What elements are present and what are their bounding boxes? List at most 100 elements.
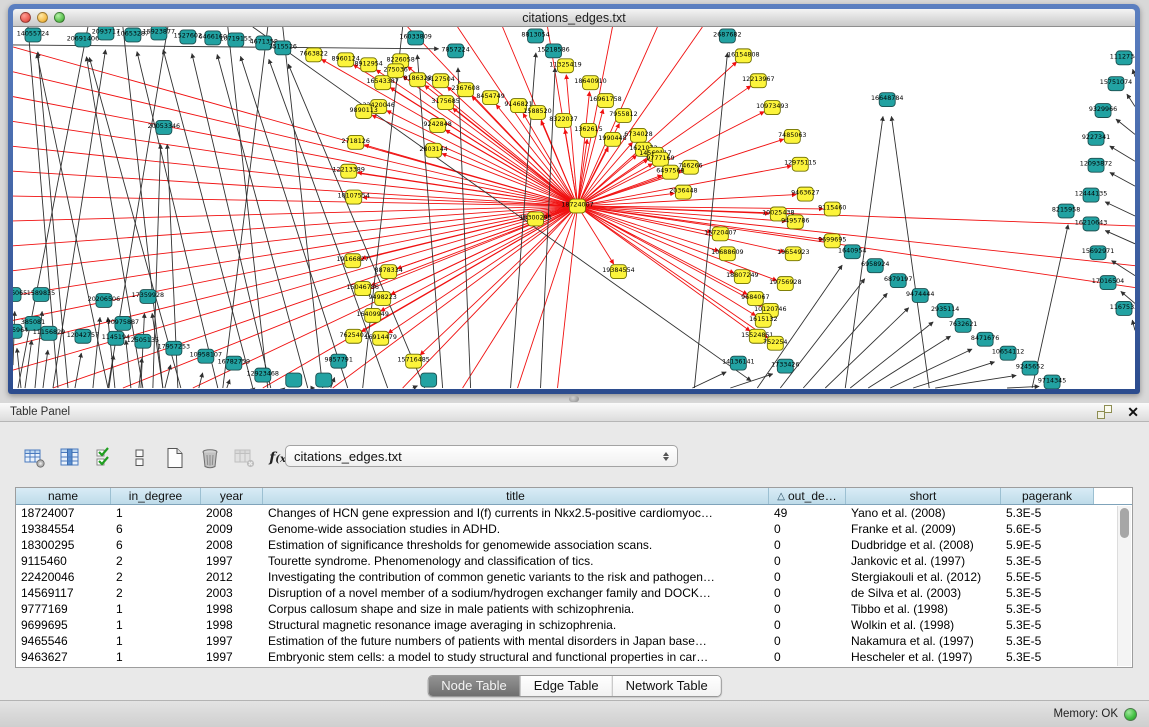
graph-node-label: 1640954 [838, 246, 866, 254]
table-cell: 0 [769, 554, 846, 568]
table-cell: 1 [111, 634, 201, 648]
table-cell: 0 [769, 538, 846, 552]
table-header-row: namein_degreeyeartitle△out_de…shortpager… [16, 488, 1132, 505]
table-row[interactable]: 946554611997Estimation of the future num… [16, 633, 1132, 649]
show-columns-icon[interactable] [57, 445, 83, 471]
graph-node[interactable] [421, 373, 437, 387]
graph-node-label: 9463627 [791, 189, 819, 197]
table-cell: 9777169 [16, 602, 111, 616]
citation-graph[interactable]: 1872400776638228960124891295416543387224… [13, 27, 1135, 389]
table-cell: 5.3E-5 [1001, 506, 1094, 520]
graph-node-label: 8878334 [374, 266, 402, 274]
window-titlebar[interactable]: citations_edges.txt [13, 9, 1135, 27]
delete-entries-icon[interactable] [197, 445, 223, 471]
table-row[interactable]: 1456911722003Disruption of a novel membe… [16, 585, 1132, 601]
graph-node-label: 12444135 [1075, 190, 1107, 198]
column-header-out_de[interactable]: △out_de… [769, 488, 846, 504]
table-cell: 18300295 [16, 538, 111, 552]
graph-node-label: 15716485 [397, 356, 429, 364]
graph-node-label: 1615132 [749, 315, 777, 323]
delete-table-icon[interactable] [232, 445, 258, 471]
graph-node-label: 8471676 [971, 334, 999, 342]
node-table: namein_degreeyeartitle△out_de…shortpager… [15, 487, 1133, 668]
table-cell: 1998 [201, 602, 263, 616]
table-cell: 9115460 [16, 554, 111, 568]
table-cell: Wolkin et al. (1998) [846, 618, 1001, 632]
graph-node[interactable] [286, 373, 302, 387]
column-header-year[interactable]: year [201, 488, 263, 504]
table-cell: 1997 [201, 650, 263, 664]
table-row[interactable]: 946362711997Embryonic stem cells: a mode… [16, 649, 1132, 665]
table-row[interactable]: 1830029562008Estimation of significance … [16, 537, 1132, 553]
citation-edge-red [364, 145, 577, 206]
select-all-icon[interactable] [92, 445, 118, 471]
graph-node-label: 6958924 [861, 260, 889, 268]
graph-node-label: 16648784 [871, 94, 903, 102]
tab-network-table[interactable]: Network Table [612, 676, 721, 696]
citation-edge-black [165, 365, 171, 388]
table-cell: 0 [769, 618, 846, 632]
table-row[interactable]: 969969511998Structural magnetic resonanc… [16, 617, 1132, 633]
graph-node-label: 385081 [21, 318, 45, 326]
graph-node-label: 16409949 [356, 310, 388, 318]
graph-node-label: 10719155 [220, 34, 252, 42]
table-settings-icon[interactable] [22, 445, 48, 471]
table-cell: 19384554 [16, 522, 111, 536]
table-cell: Corpus callosum shape and size in male p… [263, 602, 769, 616]
table-row[interactable]: 1938455462009Genome-wide association stu… [16, 521, 1132, 537]
graph-node-label: 20053346 [148, 122, 180, 130]
graph-node-label: 9242848 [423, 120, 451, 128]
network-canvas[interactable]: 1872400776638228960124891295416543387224… [13, 27, 1135, 389]
column-header-name[interactable]: name [16, 488, 111, 504]
network-view-window[interactable]: citations_edges.txt 18724007766382289601… [8, 4, 1140, 394]
scrollbar-thumb[interactable] [1120, 508, 1129, 538]
table-row[interactable]: 977716911998Corpus callosum shape and si… [16, 601, 1132, 617]
table-selector-dropdown[interactable]: citations_edges.txt [285, 445, 678, 467]
tab-node-table[interactable]: Node Table [428, 676, 520, 696]
graph-node-label: 7663822 [300, 49, 328, 57]
table-cell: de Silva et al. (2003) [846, 586, 1001, 600]
table-panel-header: Table Panel ✕ [0, 403, 1149, 422]
citation-edge-black [1105, 202, 1135, 216]
sort-asc-icon: △ [777, 491, 785, 502]
citation-edge-black [1112, 261, 1135, 276]
split-handle[interactable] [569, 396, 579, 402]
graph-node-label: 11156829 [33, 328, 65, 336]
column-header-in_degree[interactable]: in_degree [111, 488, 201, 504]
graph-node-label: 9498223 [368, 293, 396, 301]
minimize-window-icon[interactable] [37, 12, 48, 23]
create-table-icon[interactable] [162, 445, 188, 471]
maximize-window-icon[interactable] [54, 12, 65, 23]
table-cell: 5.3E-5 [1001, 586, 1094, 600]
graph-node-label: 15751074 [1100, 78, 1132, 86]
graph-node-label: 10973493 [756, 102, 788, 110]
graph-node-label: 14055724 [17, 29, 49, 37]
citation-edge-red [13, 206, 577, 221]
memory-indicator[interactable] [1124, 708, 1137, 721]
graph-node-label: 15218586 [537, 45, 569, 53]
citation-edge-black [43, 350, 48, 388]
float-panel-icon[interactable] [1097, 405, 1113, 419]
column-header-pagerank[interactable]: pagerank [1001, 488, 1094, 504]
column-header-title[interactable]: title [263, 488, 769, 504]
table-row[interactable]: 1872400712008Changes of HCN gene express… [16, 505, 1132, 521]
citation-edge-black [1105, 231, 1135, 244]
table-body: 1872400712008Changes of HCN gene express… [16, 505, 1132, 665]
graph-node-label: 2718126 [341, 137, 369, 145]
graph-node-label: 9115460 [818, 204, 846, 212]
table-scrollbar[interactable] [1117, 506, 1131, 666]
close-window-icon[interactable] [20, 12, 31, 23]
citation-edge-black [913, 362, 994, 388]
graph-node-label: 8322037 [549, 115, 577, 123]
table-cell: 5.3E-5 [1001, 634, 1094, 648]
graph-node-label: 12923468 [247, 370, 279, 378]
graph-node[interactable] [316, 373, 332, 387]
tab-edge-table[interactable]: Edge Table [520, 676, 612, 696]
clear-selection-icon[interactable] [127, 445, 153, 471]
citation-edge-black [1127, 94, 1135, 106]
table-row[interactable]: 911546021997Tourette syndrome. Phenomeno… [16, 553, 1132, 569]
close-panel-icon[interactable]: ✕ [1127, 405, 1139, 419]
graph-node-label: 9714345 [1038, 377, 1066, 385]
table-row[interactable]: 2242004622012Investigating the contribut… [16, 569, 1132, 585]
column-header-short[interactable]: short [846, 488, 1001, 504]
